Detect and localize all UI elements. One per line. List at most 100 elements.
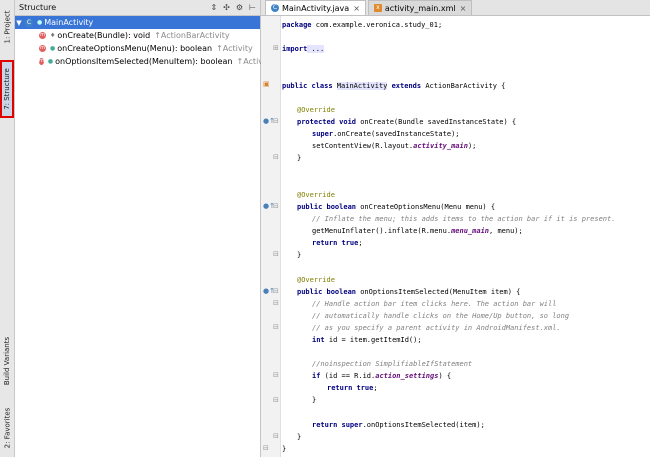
structure-panel: Structure ⇕ ✣ ⚙ ⊢ ▼ C ● MainActivity m ♦… bbox=[15, 0, 273, 457]
code-text: ) { bbox=[438, 372, 452, 380]
code-text: ; bbox=[358, 239, 363, 247]
class-marker-icon[interactable]: ▣ bbox=[263, 80, 270, 88]
fold-collapse-icon[interactable]: ⊟ bbox=[273, 299, 279, 307]
code-text: (id == R.id. bbox=[324, 372, 376, 380]
class-icon: C bbox=[25, 18, 33, 27]
code-text: id = item.getItemId(); bbox=[328, 336, 422, 344]
code-line-if: if (id == R.id.action_settings) { bbox=[312, 370, 451, 382]
public-icon: ● bbox=[50, 45, 56, 52]
code-line-override: @Override bbox=[297, 106, 335, 114]
code-line-comment: // automatically handle clicks on the Ho… bbox=[312, 312, 570, 320]
gear-icon[interactable]: ⚙ bbox=[236, 3, 243, 12]
panel-toolbar: ⇕ ✣ ⚙ ⊢ bbox=[210, 3, 256, 12]
method-icon: m bbox=[39, 32, 46, 39]
fold-collapse-icon[interactable]: ⊟ bbox=[273, 287, 279, 295]
tree-item-onoptionsitemselected[interactable]: m ● onOptionsItemSelected(MenuItem): boo… bbox=[15, 55, 273, 68]
tab-label: activity_main.xml bbox=[384, 3, 456, 13]
code-line-comment: //noinspection SimplifiableIfStatement bbox=[312, 360, 473, 368]
field-ref: activity_main bbox=[413, 142, 468, 150]
code-line-brace: } bbox=[297, 154, 302, 162]
favorites-tab-label: 2: Favorites bbox=[3, 407, 12, 448]
keyword: return super bbox=[312, 421, 363, 429]
code-line-brace: } bbox=[282, 445, 287, 453]
fold-collapse-icon[interactable]: ⊟ bbox=[273, 371, 279, 379]
code-text: ; bbox=[373, 384, 378, 392]
tool-window-strip: 1: Project 7: Structure Build Variants 2… bbox=[0, 0, 15, 457]
inherit-label: ↑ActionBarActivity bbox=[154, 31, 230, 40]
tab-activity-main-xml[interactable]: x activity_main.xml × bbox=[367, 0, 473, 15]
code-line-brace: } bbox=[297, 251, 302, 259]
code-line-package: package com.example.veronica.study_01; bbox=[282, 19, 442, 31]
method-label: onOptionsItemSelected(MenuItem): boolean bbox=[55, 57, 233, 66]
fold-end-icon[interactable]: ⊟ bbox=[273, 153, 279, 161]
expand-arrow-icon[interactable]: ▼ bbox=[15, 19, 23, 27]
build-variants-tab-label: Build Variants bbox=[3, 336, 11, 386]
folded-import[interactable]: ... bbox=[307, 45, 325, 53]
code-line-return: return true; bbox=[312, 237, 363, 249]
code-text: ActionBarActivity { bbox=[425, 82, 506, 90]
keyword: return true bbox=[312, 239, 359, 247]
code-line-item-sig: public boolean onOptionsItemSelected(Men… bbox=[297, 286, 520, 298]
code-text: setContentView(R.layout. bbox=[312, 142, 414, 150]
code-area[interactable]: package com.example.veronica.study_01; i… bbox=[282, 16, 650, 457]
tree-item-oncreate[interactable]: m ♦ onCreate(Bundle): void ↑ActionBarAct… bbox=[15, 29, 260, 42]
collapse-all-icon[interactable]: ⇕ bbox=[210, 3, 217, 12]
tree-root-mainactivity[interactable]: ▼ C ● MainActivity bbox=[15, 16, 260, 29]
field-ref: action_settings bbox=[375, 372, 439, 380]
expand-icon[interactable]: ✣ bbox=[223, 3, 230, 12]
keyword: protected void bbox=[297, 118, 361, 126]
tree-item-oncreateoptionsmenu[interactable]: m ● onCreateOptionsMenu(Menu): boolean ↑… bbox=[15, 42, 260, 55]
editor-gutter[interactable]: ⊞ ▣ ●↑ ⊟ ⊟ ●↑ ⊟ ⊟ ●↑ ⊟ ⊟ ⊟ ⊟ ⊟ ⊟ ⊟ bbox=[261, 16, 281, 457]
fold-end-icon[interactable]: ⊟ bbox=[273, 323, 279, 331]
project-tool-tab[interactable]: 1: Project bbox=[0, 2, 14, 52]
fold-end-icon[interactable]: ⊟ bbox=[263, 444, 269, 452]
keyword: extends bbox=[387, 82, 426, 90]
code-line-return-super: return super.onOptionsItemSelected(item)… bbox=[312, 419, 485, 431]
code-text: , menu); bbox=[489, 227, 523, 235]
code-line-comment: // Inflate the menu; this adds items to … bbox=[312, 215, 616, 223]
code-line-inflate: getMenuInflater().inflate(R.menu.menu_ma… bbox=[312, 225, 523, 237]
keyword: if bbox=[312, 372, 325, 380]
code-line-brace: } bbox=[297, 433, 302, 441]
tab-mainactivity-java[interactable]: C MainActivity.java × bbox=[265, 0, 366, 15]
keyword: int bbox=[312, 336, 329, 344]
fold-collapse-icon[interactable]: ⊟ bbox=[273, 202, 279, 210]
project-tab-label: 1: Project bbox=[3, 10, 11, 44]
tree-root-label: MainActivity bbox=[44, 18, 94, 27]
xml-file-icon: x bbox=[373, 4, 382, 12]
code-line-int-id: int id = item.getItemId(); bbox=[312, 334, 422, 346]
code-text: onCreateOptionsMenu(Menu menu) { bbox=[360, 203, 496, 211]
fold-end-icon[interactable]: ⊟ bbox=[273, 396, 279, 404]
code-line-comment: // as you specify a parent activity in A… bbox=[312, 324, 561, 332]
inherit-label: ↑Activity bbox=[216, 44, 253, 53]
code-text: getMenuInflater().inflate(R.menu. bbox=[312, 227, 452, 235]
method-label: onCreateOptionsMenu(Menu): boolean bbox=[57, 44, 213, 53]
fold-expand-icon[interactable]: ⊞ bbox=[273, 44, 279, 52]
code-text: com.example.veronica.study_01; bbox=[311, 21, 443, 29]
code-text: .onCreate(savedInstanceState); bbox=[333, 130, 460, 138]
code-line-override: @Override bbox=[297, 191, 335, 199]
code-text: onOptionsItemSelected(MenuItem item) { bbox=[360, 288, 521, 296]
hide-panel-icon[interactable]: ⊢ bbox=[249, 3, 256, 12]
fold-end-icon[interactable]: ⊟ bbox=[273, 432, 279, 440]
close-icon[interactable]: × bbox=[460, 4, 467, 13]
keyword: return true bbox=[327, 384, 374, 392]
keyword: public boolean bbox=[297, 288, 361, 296]
favorites-tool-tab[interactable]: 2: Favorites bbox=[0, 400, 14, 455]
method-icon: m bbox=[39, 45, 46, 52]
fold-end-icon[interactable]: ⊟ bbox=[273, 250, 279, 258]
code-editor: C MainActivity.java × x activity_main.xm… bbox=[261, 0, 650, 457]
code-text: ); bbox=[467, 142, 477, 150]
code-line-import: import ... bbox=[282, 43, 325, 55]
code-line-oncreate: protected void onCreate(Bundle savedInst… bbox=[297, 116, 516, 128]
build-variants-tool-tab[interactable]: Build Variants bbox=[0, 330, 14, 392]
fold-collapse-icon[interactable]: ⊟ bbox=[273, 117, 279, 125]
code-line-class-decl: public class MainActivity extends Action… bbox=[282, 80, 505, 92]
structure-tool-tab[interactable]: 7: Structure bbox=[0, 60, 14, 118]
editor-tab-bar: C MainActivity.java × x activity_main.xm… bbox=[261, 0, 650, 16]
structure-tab-label: 7: Structure bbox=[3, 68, 12, 110]
close-icon[interactable]: × bbox=[353, 4, 360, 13]
structure-panel-title: Structure bbox=[19, 3, 57, 12]
code-line-super: super.onCreate(savedInstanceState); bbox=[312, 128, 460, 140]
public-icon: ● bbox=[47, 58, 54, 65]
